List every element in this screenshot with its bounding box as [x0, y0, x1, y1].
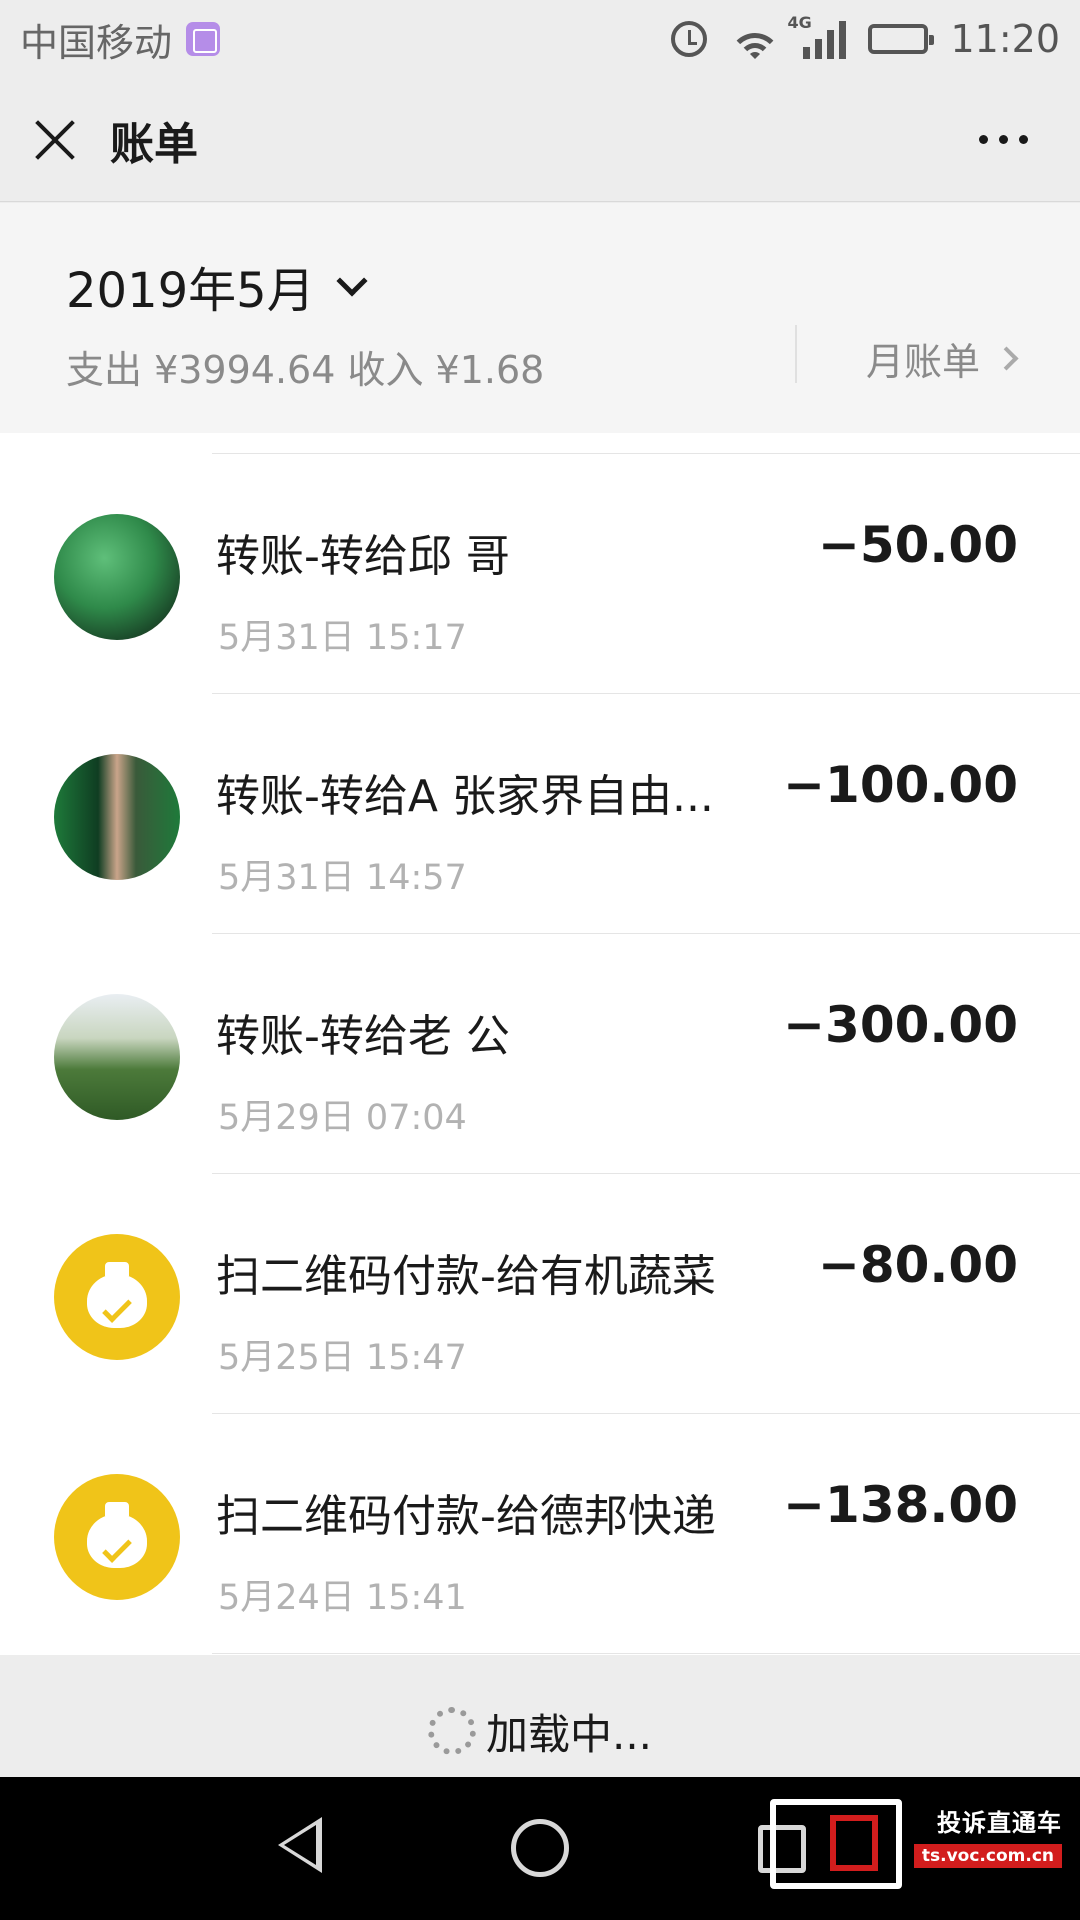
month-totals: 支出 ¥3994.64 收入 ¥1.68: [66, 348, 545, 392]
wifi-icon: [729, 19, 782, 59]
transaction-amount: −138.00: [783, 1476, 1018, 1534]
month-selector[interactable]: 2019年5月: [66, 251, 368, 321]
transaction-title: 扫二维码付款-给有机蔬菜: [216, 1251, 716, 1302]
transaction-row[interactable]: 扫二维码付款-给德邦快递 5月24日 15:41 −138.00: [0, 1414, 1080, 1654]
network-type: 4G: [787, 13, 812, 32]
avatar: [54, 754, 180, 880]
transaction-title: 扫二维码付款-给德邦快递: [216, 1491, 716, 1542]
transaction-row[interactable]: 扫二维码付款-给有机蔬菜 5月25日 15:47 −80.00: [0, 1174, 1080, 1414]
transaction-row[interactable]: 转账-转给老 公 5月29日 07:04 −300.00: [0, 934, 1080, 1174]
transaction-title: 转账-转给A 张家界自由...: [216, 771, 714, 822]
month-label: 2019年5月: [66, 263, 315, 319]
chevron-down-icon: [336, 265, 368, 297]
transaction-amount: −100.00: [783, 756, 1018, 814]
payment-bag-icon: [54, 1234, 180, 1360]
battery-icon: [868, 24, 935, 54]
avatar: [54, 994, 180, 1120]
loading-text: 加载中...: [485, 1709, 653, 1759]
transaction-time: 5月31日 15:17: [218, 618, 467, 658]
back-icon[interactable]: [278, 1817, 322, 1873]
alarm-icon: [671, 21, 708, 57]
nav-bar: 账单: [0, 78, 1080, 202]
monthly-bill-label: 月账单: [866, 340, 981, 384]
carrier-name: 中国移动: [20, 20, 173, 65]
spinner-icon: [427, 1707, 476, 1755]
transaction-amount: −80.00: [817, 1236, 1018, 1294]
home-icon[interactable]: [511, 1819, 569, 1877]
transaction-title: 转账-转给老 公: [216, 1011, 510, 1062]
transaction-amount: −50.00: [817, 516, 1018, 574]
transaction-title: 转账-转给邱 哥: [216, 531, 510, 582]
transaction-time: 5月24日 15:41: [218, 1578, 467, 1618]
page-title: 账单: [110, 118, 198, 170]
transaction-row[interactable]: 转账-转给邱 哥 5月31日 15:17 −50.00: [0, 454, 1080, 694]
row-divider: [212, 1653, 1080, 1654]
loading-indicator: 加载中...: [0, 1655, 1080, 1777]
status-bar: 中国移动 4G 11:20: [0, 0, 1080, 78]
gallery-notification-icon: [186, 22, 221, 56]
summary-divider: [795, 325, 797, 383]
close-icon[interactable]: [32, 117, 78, 163]
chevron-right-icon: [994, 346, 1019, 371]
transaction-list: 转账-转给邱 哥 5月31日 15:17 −50.00 转账-转给A 张家界自由…: [0, 433, 1080, 1655]
transaction-time: 5月31日 14:57: [218, 858, 467, 898]
transaction-time: 5月25日 15:47: [218, 1338, 467, 1378]
watermark-site: ts.voc.com.cn: [913, 1843, 1062, 1868]
status-icons: 4G 11:20: [671, 13, 1060, 61]
bill-summary: 2019年5月 支出 ¥3994.64 收入 ¥1.68 月账单: [0, 203, 1080, 433]
transaction-amount: −300.00: [783, 996, 1018, 1054]
more-icon[interactable]: [979, 135, 1028, 144]
transaction-time: 5月29日 07:04: [218, 1098, 467, 1138]
transaction-row[interactable]: 转账-转给A 张家界自由... 5月31日 14:57 −100.00: [0, 694, 1080, 934]
monthly-bill-link[interactable]: 月账单: [866, 331, 1019, 386]
avatar: [54, 514, 180, 640]
cell-signal-icon: 4G: [787, 13, 847, 59]
payment-bag-icon: [54, 1474, 180, 1600]
watermark-slogan: 投诉直通车: [937, 1808, 1062, 1837]
watermark-logo: [760, 1785, 908, 1889]
watermark: 投诉直通车 ts.voc.com.cn: [760, 1785, 1062, 1889]
clock: 11:20: [950, 17, 1060, 61]
system-nav-bar: 投诉直通车 ts.voc.com.cn: [0, 1777, 1080, 1920]
